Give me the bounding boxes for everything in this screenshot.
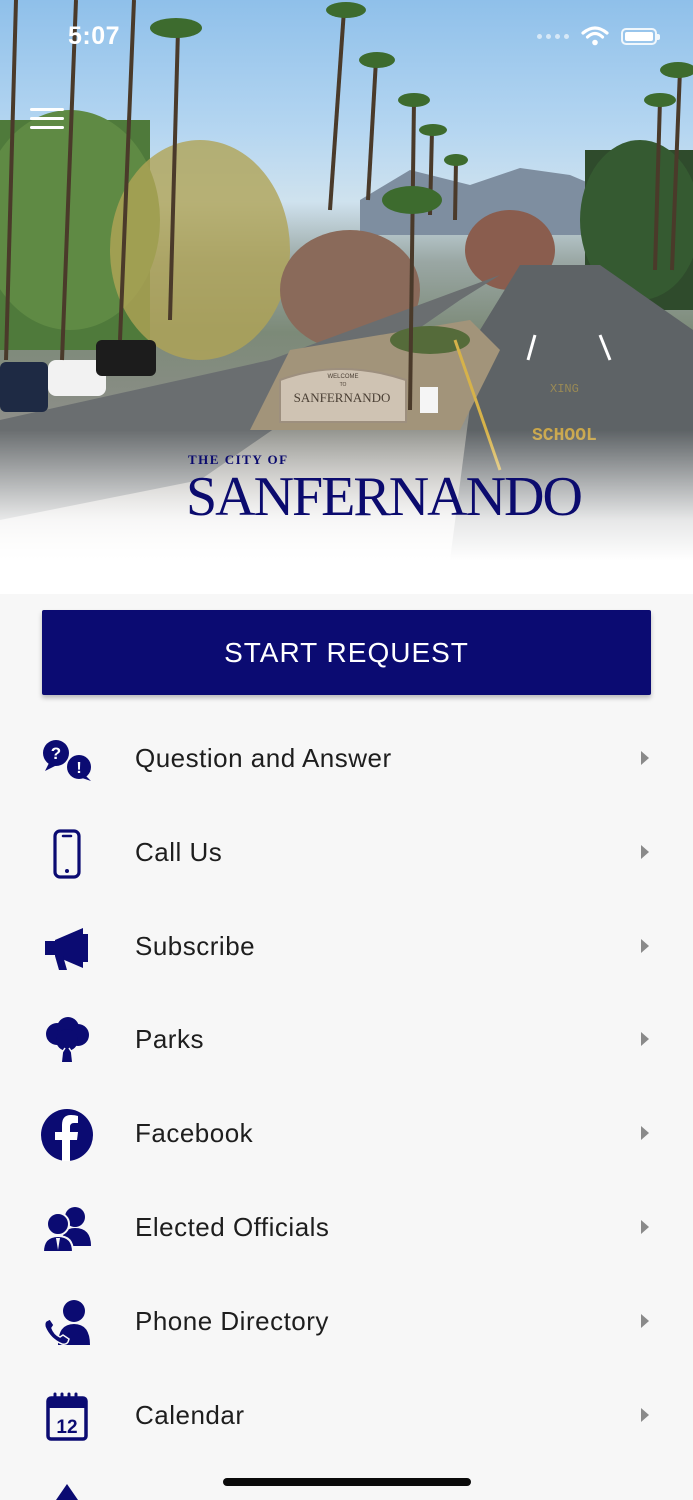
main-content: START REQUEST ? ! Question and Answer Ca…: [0, 594, 693, 1500]
sign-name-text: SANFERNANDO: [294, 390, 391, 405]
tree-icon: [38, 1014, 96, 1068]
officials-icon: [38, 1202, 96, 1256]
menu-item-label: Call Us: [135, 836, 223, 867]
megaphone-icon: [38, 921, 96, 975]
menu-item-label: Facebook: [135, 1118, 254, 1149]
wifi-icon: [581, 26, 609, 46]
chevron-right-icon: [641, 751, 649, 765]
menu-item-label: Question and Answer: [135, 743, 392, 773]
next-item-partial-icon: [56, 1484, 78, 1500]
menu-item-label: Elected Officials: [135, 1211, 330, 1242]
sign-to-text: TO: [340, 382, 347, 388]
battery-icon: [621, 27, 660, 45]
menu-item-subscribe[interactable]: Subscribe: [0, 901, 693, 995]
menu-item-parks[interactable]: Parks: [0, 994, 693, 1088]
chevron-right-icon: [641, 1407, 649, 1422]
chevron-right-icon: [641, 1313, 649, 1328]
menu-item-facebook[interactable]: Facebook: [0, 1088, 693, 1182]
chevron-right-icon: [641, 1219, 649, 1234]
menu-item-label: Calendar: [135, 1399, 245, 1430]
logo-title: SANFERNANDO: [186, 466, 583, 528]
sign-welcome-text: WELCOME: [327, 374, 358, 380]
menu-list: ? ! Question and Answer Call Us Subscrib…: [0, 713, 693, 1463]
status-icons: [537, 26, 660, 46]
menu-item-calendar[interactable]: 12 Calendar: [0, 1370, 693, 1464]
menu-item-question-and-answer[interactable]: ? ! Question and Answer: [0, 713, 693, 807]
menu-item-call-us[interactable]: Call Us: [0, 807, 693, 901]
start-request-button[interactable]: START REQUEST: [42, 610, 651, 695]
calendar-day-number: 12: [56, 1417, 77, 1438]
home-indicator[interactable]: [223, 1478, 471, 1486]
menu-item-label: Parks: [135, 1024, 204, 1055]
chevron-right-icon: [641, 1126, 649, 1141]
road-xing-text: XING: [550, 382, 579, 396]
chevron-right-icon: [641, 938, 649, 953]
city-logo: THE CITY OF SANFERNANDO: [186, 452, 583, 532]
cellular-signal-icon: [537, 33, 569, 39]
menu-item-phone-directory[interactable]: Phone Directory: [0, 1276, 693, 1370]
calendar-icon: 12: [38, 1390, 96, 1444]
status-bar: 5:07: [0, 0, 693, 76]
chevron-right-icon: [641, 844, 649, 859]
chevron-right-icon: [641, 1032, 649, 1047]
facebook-icon: [38, 1108, 96, 1162]
svg-text:?: ?: [51, 744, 61, 763]
status-time: 5:07: [68, 22, 121, 50]
question-answer-icon: ? !: [38, 733, 96, 787]
menu-item-label: Subscribe: [135, 930, 256, 961]
phone-icon: [38, 827, 96, 881]
contact-phone-icon: [38, 1296, 96, 1350]
menu-item-label: Phone Directory: [135, 1305, 329, 1336]
menu-item-elected-officials[interactable]: Elected Officials: [0, 1182, 693, 1276]
hamburger-menu-icon[interactable]: [30, 108, 64, 132]
svg-text:!: !: [76, 760, 81, 777]
hero-banner: WELCOME TO SANFERNANDO SCHOOL XING 5:07 …: [0, 0, 693, 594]
